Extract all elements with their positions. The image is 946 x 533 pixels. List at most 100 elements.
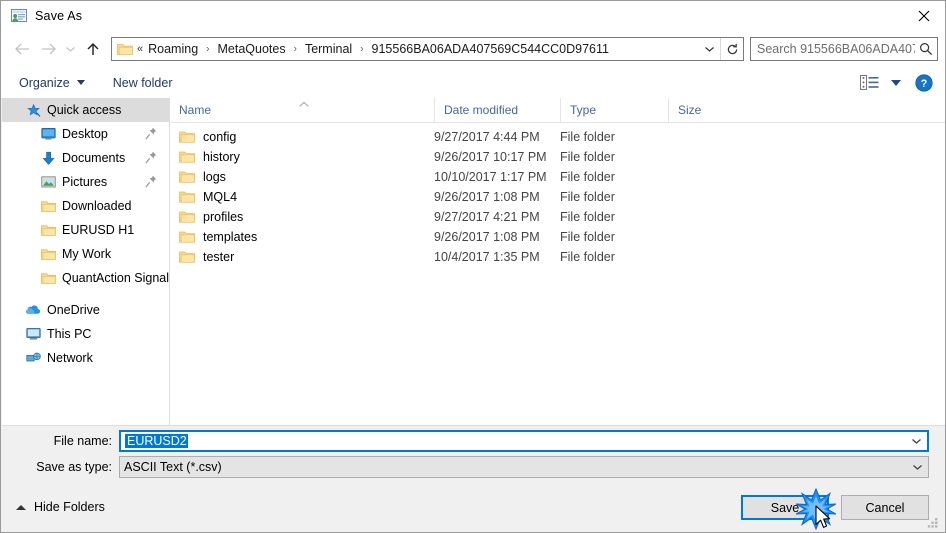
- sidebar-item-downloaded[interactable]: Downloaded: [2, 194, 169, 218]
- file-name-label: tester: [203, 250, 235, 264]
- svg-text:?: ?: [921, 78, 928, 90]
- hide-folders-label: Hide Folders: [34, 500, 105, 514]
- hide-folders-button[interactable]: Hide Folders: [16, 500, 105, 514]
- cancel-button[interactable]: Cancel: [841, 495, 929, 520]
- documents-download-icon: [40, 150, 56, 166]
- column-header-size[interactable]: Size: [668, 98, 748, 122]
- pin-icon[interactable]: [145, 151, 157, 164]
- close-button[interactable]: [901, 1, 945, 31]
- column-header-date-modified[interactable]: Date modified: [434, 98, 560, 122]
- file-name-label: logs: [203, 170, 226, 184]
- file-type-cell: File folder: [560, 130, 615, 144]
- sidebar-item-onedrive[interactable]: OneDrive: [2, 298, 169, 322]
- table-row[interactable]: MQL4 9/26/2017 1:08 PM File folder: [170, 187, 945, 207]
- file-name-label: templates: [203, 230, 258, 244]
- organize-label: Organize: [19, 75, 70, 90]
- new-folder-button[interactable]: New folder: [105, 71, 181, 95]
- save-button[interactable]: Save: [741, 495, 829, 520]
- sidebar-item-label: Quick access: [47, 103, 122, 117]
- search-input[interactable]: Search 915566BA06ADA40756...: [751, 42, 915, 56]
- sidebar-item-documents[interactable]: Documents: [2, 146, 169, 170]
- table-row[interactable]: profiles 9/27/2017 4:21 PM File folder: [170, 207, 945, 227]
- save-as-type-label: Save as type:: [36, 460, 112, 474]
- table-row[interactable]: tester 10/4/2017 1:35 PM File folder: [170, 247, 945, 267]
- pin-icon[interactable]: [145, 175, 157, 188]
- file-rows: config 9/27/2017 4:44 PM File folder his…: [170, 123, 945, 267]
- chevron-down-icon[interactable]: [906, 463, 928, 471]
- sidebar-item-pictures[interactable]: Pictures: [2, 170, 169, 194]
- folder-icon: [179, 210, 195, 224]
- sidebar-item-eurusd-h1[interactable]: EURUSD H1: [2, 218, 169, 242]
- folder-icon: [179, 250, 195, 264]
- file-name-row: File name: EURUSD2: [2, 430, 929, 452]
- sidebar-item-network[interactable]: Network: [2, 346, 169, 370]
- search-box[interactable]: Search 915566BA06ADA40756...: [750, 37, 938, 61]
- breadcrumb-item-roaming[interactable]: Roaming: [147, 42, 199, 56]
- sidebar-item-label: EURUSD H1: [62, 223, 135, 237]
- file-type-cell: File folder: [560, 170, 615, 184]
- forward-arrow-icon[interactable]: [35, 34, 61, 64]
- file-list-pane: Name Date modified Type Size config 9/27…: [170, 98, 945, 425]
- back-arrow-icon[interactable]: [9, 34, 35, 64]
- refresh-icon[interactable]: [720, 38, 743, 60]
- sidebar-item-label: My Work: [62, 247, 112, 261]
- chevron-down-icon[interactable]: [891, 79, 901, 86]
- save-form: File name: EURUSD2 Save as type: ASCII T…: [2, 425, 945, 489]
- breadcrumb-overflow[interactable]: «: [137, 43, 147, 55]
- title-bar: Save As: [1, 1, 945, 31]
- table-row[interactable]: history 9/26/2017 10:17 PM File folder: [170, 147, 945, 167]
- save-as-type-select[interactable]: ASCII Text (*.csv): [119, 456, 929, 478]
- up-arrow-icon[interactable]: [79, 34, 107, 64]
- breadcrumb-separator-icon[interactable]: ›: [287, 43, 304, 54]
- recent-locations-chevron-icon[interactable]: [61, 34, 79, 64]
- navigation-pane: Quick access Desktop Documents Pictures …: [2, 98, 170, 425]
- chevron-down-icon[interactable]: [905, 437, 927, 445]
- breadcrumb-separator-icon[interactable]: ›: [199, 43, 216, 54]
- sidebar-item-label: Network: [47, 351, 93, 365]
- pin-icon[interactable]: [145, 127, 157, 140]
- table-row[interactable]: config 9/27/2017 4:44 PM File folder: [170, 127, 945, 147]
- chevron-down-icon: [76, 80, 85, 85]
- sort-ascending-icon: [298, 98, 310, 107]
- help-icon[interactable]: ?: [915, 73, 933, 92]
- breadcrumb-item-terminal[interactable]: Terminal: [304, 42, 353, 56]
- sidebar-item-quantaction-signal[interactable]: QuantAction Signal: [2, 266, 169, 290]
- file-date-cell: 9/27/2017 4:44 PM: [434, 130, 540, 144]
- column-header-type[interactable]: Type: [560, 98, 668, 122]
- file-name-label: MQL4: [203, 190, 238, 204]
- folder-icon: [117, 42, 133, 56]
- file-date-cell: 9/26/2017 10:17 PM: [434, 150, 547, 164]
- this-pc-icon: [25, 326, 41, 342]
- organize-button[interactable]: Organize: [11, 71, 93, 95]
- save-button-label: Save: [770, 500, 800, 515]
- column-header-name[interactable]: Name: [170, 98, 434, 122]
- chevron-down-icon[interactable]: [698, 38, 720, 60]
- sidebar-item-label: Documents: [62, 151, 126, 165]
- view-layout-icon[interactable]: [860, 75, 879, 90]
- file-date-cell: 10/10/2017 1:17 PM: [434, 170, 547, 184]
- file-name-cell: history: [170, 150, 434, 164]
- sidebar-item-desktop[interactable]: Desktop: [2, 122, 169, 146]
- breadcrumb-item-terminal-id[interactable]: 915566BA06ADA407569C544CC0D97611: [371, 42, 610, 56]
- folder-icon: [179, 170, 195, 184]
- file-name-cell: MQL4: [170, 190, 434, 204]
- table-row[interactable]: templates 9/26/2017 1:08 PM File folder: [170, 227, 945, 247]
- sidebar-item-this-pc[interactable]: This PC: [2, 322, 169, 346]
- search-icon[interactable]: [915, 42, 937, 56]
- column-header-row: Name Date modified Type Size: [170, 98, 945, 123]
- breadcrumb-separator-icon[interactable]: ›: [353, 43, 370, 54]
- sidebar-item-my-work[interactable]: My Work: [2, 242, 169, 266]
- chevron-up-icon: [16, 504, 26, 510]
- table-row[interactable]: logs 10/10/2017 1:17 PM File folder: [170, 167, 945, 187]
- sidebar-item-quick-access[interactable]: Quick access: [2, 98, 169, 122]
- file-name-label: config: [203, 130, 237, 144]
- address-bar[interactable]: « Roaming › MetaQuotes › Terminal › 9155…: [111, 37, 744, 61]
- breadcrumb-item-metaquotes[interactable]: MetaQuotes: [217, 42, 287, 56]
- file-name-label: File name:: [53, 434, 112, 448]
- file-name-value[interactable]: EURUSD2: [121, 434, 905, 448]
- folder-icon: [179, 190, 195, 204]
- file-name-input[interactable]: EURUSD2: [119, 430, 929, 452]
- folder-icon: [179, 230, 195, 244]
- file-name-label: profiles: [203, 210, 244, 224]
